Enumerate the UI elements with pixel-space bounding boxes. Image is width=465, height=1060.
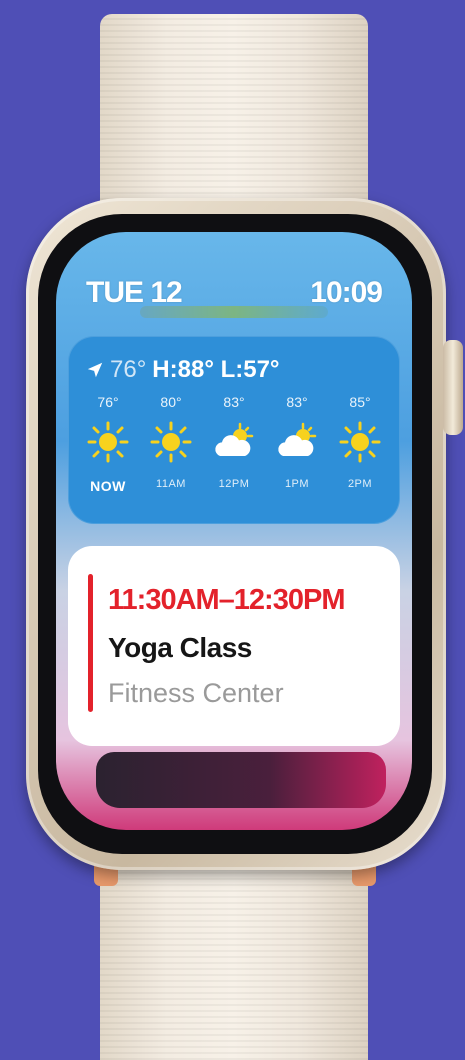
forecast-temp: 80° — [160, 394, 182, 410]
sun-icon — [150, 421, 192, 463]
weather-widget[interactable]: 76° H:88° L:57° 76° NOW 80° 11AM 83° 12P… — [68, 336, 400, 524]
forecast-temp: 85° — [349, 394, 371, 410]
weather-summary: 76° H:88° L:57° — [86, 356, 280, 384]
next-widget-peek[interactable] — [96, 752, 386, 808]
event-location: Fitness Center — [108, 678, 284, 708]
forecast-item: 76° NOW — [82, 394, 134, 494]
sun-icon — [87, 421, 129, 463]
forecast-temp: 83° — [286, 394, 308, 410]
partly-cloudy-icon — [215, 422, 254, 456]
forecast-label: 2PM — [347, 478, 373, 490]
digital-crown[interactable] — [443, 340, 463, 435]
forecast-temp: 83° — [223, 394, 245, 410]
forecast-temp: 76° — [97, 394, 119, 410]
watch-band-bottom — [100, 860, 368, 1060]
forecast-item: 83° 1PM — [271, 394, 323, 494]
current-temperature: 76° — [110, 356, 147, 383]
forecast-label: 12PM — [218, 478, 250, 490]
event-time: 11:30AM–12:30PM — [108, 584, 345, 616]
forecast-item: 80° 11AM — [145, 394, 197, 494]
event-accent-bar — [88, 574, 93, 712]
sun-icon — [339, 421, 381, 463]
calendar-event-card[interactable]: 11:30AM–12:30PM Yoga Class Fitness Cente… — [68, 546, 400, 746]
forecast-item: 83° 12PM — [208, 394, 260, 494]
date-label: TUE 12 — [86, 276, 183, 309]
forecast-label: 1PM — [284, 478, 310, 490]
time-label: 10:09 — [310, 276, 383, 309]
location-arrow-icon — [87, 362, 103, 378]
header-divider — [140, 306, 328, 318]
partly-cloudy-icon — [278, 422, 317, 456]
forecast-item: 85° 2PM — [334, 394, 386, 494]
event-title: Yoga Class — [108, 632, 252, 663]
high-low-temperature: H:88° L:57° — [152, 356, 280, 383]
watch-screen: TUE 12 10:09 76° H:88° L:57° 76° NOW 80°… — [56, 232, 412, 830]
forecast-label: NOW — [90, 478, 126, 494]
hourly-forecast: 76° NOW 80° 11AM 83° 12PM 83° 1PM 85° 2P… — [82, 394, 386, 494]
forecast-label: 11AM — [156, 478, 186, 490]
